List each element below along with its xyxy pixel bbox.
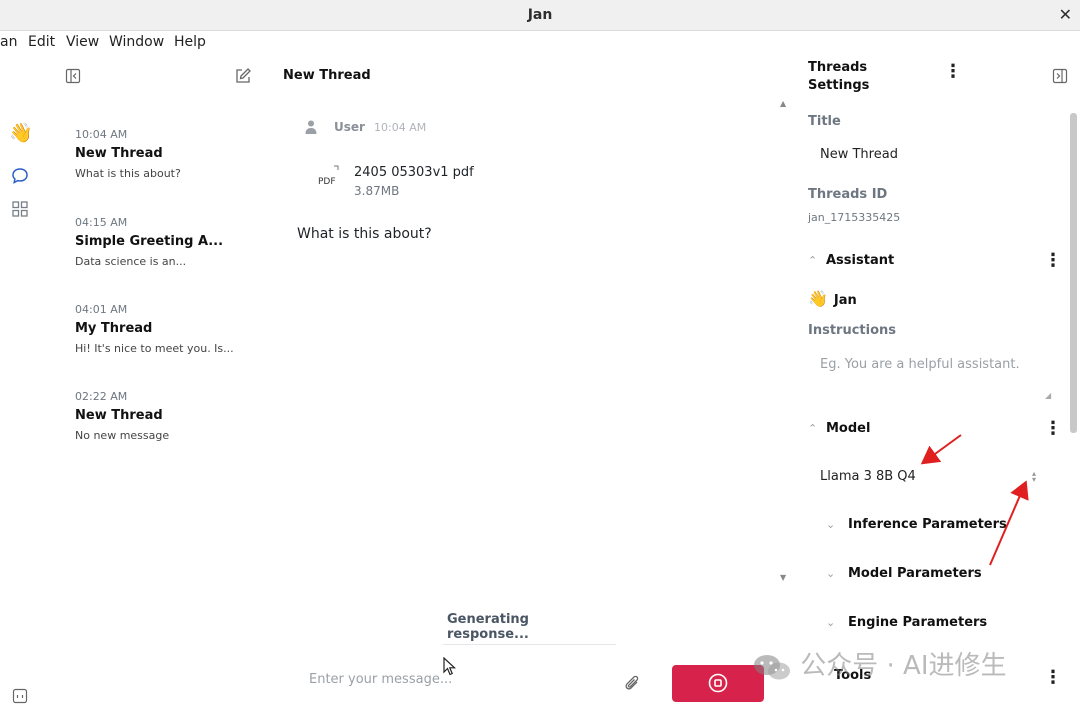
thread-name: My Thread xyxy=(75,321,153,336)
instructions-textarea[interactable]: Eg. You are a helpful assistant. xyxy=(820,357,1020,372)
chevron-down-icon: ⌄ xyxy=(826,518,836,531)
instructions-label: Instructions xyxy=(808,323,897,338)
message-input[interactable] xyxy=(290,667,630,691)
assistant-name: Jan xyxy=(833,293,857,308)
thread-name: Simple Greeting A... xyxy=(75,234,224,249)
thread-item[interactable]: 04:15 AM Simple Greeting A... Data scien… xyxy=(75,216,260,268)
thread-preview: Hi! It's nice to meet you. Is... xyxy=(75,342,234,355)
collapse-right-panel-icon[interactable] xyxy=(1052,68,1068,84)
watermark: 公众号 · AI进修生 xyxy=(752,645,1007,682)
engine-parameters-toggle[interactable]: ⌄ Engine Parameters xyxy=(826,615,987,630)
title-field[interactable]: New Thread xyxy=(820,147,898,162)
chat-icon[interactable] xyxy=(11,167,29,185)
assistant-identity: 👋 Jan xyxy=(808,289,857,308)
thread-name: New Thread xyxy=(75,146,163,161)
resize-handle-icon[interactable]: ◢ xyxy=(1045,391,1051,400)
model-more-icon[interactable]: ⋮ xyxy=(1044,420,1062,438)
assistant-more-icon[interactable]: ⋮ xyxy=(1044,252,1062,270)
settings-more-icon[interactable]: ⋮ xyxy=(944,63,962,81)
left-rail: 👋 xyxy=(0,55,38,709)
wechat-logo-icon xyxy=(754,654,790,679)
attached-file-size: 3.87MB xyxy=(354,184,400,198)
attached-file-name[interactable]: 2405 05303v1 pdf xyxy=(354,165,474,180)
chevron-up-icon: ⌃ xyxy=(808,422,818,435)
assistant-section-toggle[interactable]: ⌃ Assistant xyxy=(808,253,894,268)
window-title: Jan xyxy=(527,7,553,23)
menu-app[interactable]: an xyxy=(0,34,17,50)
inference-parameters-toggle[interactable]: ⌄ Inference Parameters xyxy=(826,517,1007,532)
file-type-label: PDF xyxy=(318,177,336,187)
chat-pane: New Thread ▲ ▼ User 10:04 AM PDF 2405 05… xyxy=(266,55,792,709)
thread-preview: No new message xyxy=(75,429,170,442)
collapse-sidebar-icon[interactable] xyxy=(65,68,81,84)
threads-id-value: jan_1715335425 xyxy=(808,211,901,224)
chevron-up-icon: ⌃ xyxy=(808,254,818,267)
scroll-down-icon[interactable]: ▼ xyxy=(780,573,786,582)
thread-preview: Data science is an... xyxy=(75,255,187,268)
threads-id-label: Threads ID xyxy=(808,187,888,202)
stop-generation-button[interactable] xyxy=(672,665,764,702)
menu-help[interactable]: Help xyxy=(174,34,206,50)
menu-window[interactable]: Window xyxy=(109,34,164,50)
model-section-title: Model xyxy=(826,421,871,436)
inference-parameters-title: Inference Parameters xyxy=(848,517,1007,532)
model-parameters-toggle[interactable]: ⌄ Model Parameters xyxy=(826,566,982,581)
chevron-down-icon: ⌄ xyxy=(826,567,836,580)
menu-bar: an Edit View Window Help xyxy=(0,31,1080,55)
thread-time: 04:15 AM xyxy=(75,216,128,229)
thread-item[interactable]: 02:22 AM New Thread No new message xyxy=(75,390,260,442)
title-bar: Jan ✕ xyxy=(0,0,1080,31)
tools-more-icon[interactable]: ⋮ xyxy=(1044,669,1062,687)
title-label: Title xyxy=(808,114,841,129)
thread-preview: What is this about? xyxy=(75,167,181,180)
chevron-down-icon: ⌄ xyxy=(826,616,836,629)
message-time: 10:04 AM xyxy=(374,121,427,134)
settings-header: Threads Settings xyxy=(808,60,870,93)
user-avatar-icon xyxy=(305,120,317,134)
menu-edit[interactable]: Edit xyxy=(28,34,55,50)
thread-time: 04:01 AM xyxy=(75,303,128,316)
bottom-panel-icon[interactable] xyxy=(12,688,28,704)
message-author: User xyxy=(334,120,365,134)
thread-item[interactable]: 04:01 AM My Thread Hi! It's nice to meet… xyxy=(75,303,260,355)
wave-emoji-icon: 👋 xyxy=(808,289,828,308)
chat-header-title: New Thread xyxy=(283,68,371,83)
model-parameters-title: Model Parameters xyxy=(848,566,982,581)
wave-emoji-icon[interactable]: 👋 xyxy=(9,121,33,144)
scroll-up-icon[interactable]: ▲ xyxy=(780,99,786,108)
watermark-text: 公众号 · AI进修生 xyxy=(800,651,1007,681)
threads-settings-panel: Threads Settings ⋮ Title New Thread Thre… xyxy=(792,55,1080,709)
select-arrows-icon[interactable]: ▴ ▾ xyxy=(1032,470,1036,484)
thread-list-panel: 10:04 AM New Thread What is this about? … xyxy=(38,55,266,709)
menu-view[interactable]: View xyxy=(66,34,99,50)
thread-item[interactable]: 10:04 AM New Thread What is this about? xyxy=(75,128,260,180)
settings-scrollbar[interactable] xyxy=(1070,113,1077,433)
model-select[interactable]: Llama 3 8B Q4 xyxy=(820,469,916,484)
thread-name: New Thread xyxy=(75,408,163,423)
paperclip-icon[interactable] xyxy=(624,675,642,695)
new-thread-icon[interactable] xyxy=(234,67,252,85)
user-message-text: What is this about? xyxy=(297,226,432,242)
stop-icon xyxy=(708,673,728,693)
engine-parameters-title: Engine Parameters xyxy=(848,615,988,630)
assistant-section-title: Assistant xyxy=(826,253,895,268)
thread-time: 02:22 AM xyxy=(75,390,128,403)
grid-icon[interactable] xyxy=(11,200,29,218)
close-icon[interactable]: ✕ xyxy=(1059,5,1072,24)
model-section-toggle[interactable]: ⌃ Model xyxy=(808,421,870,436)
thread-time: 10:04 AM xyxy=(75,128,128,141)
generating-status: Generating response... xyxy=(443,610,616,645)
